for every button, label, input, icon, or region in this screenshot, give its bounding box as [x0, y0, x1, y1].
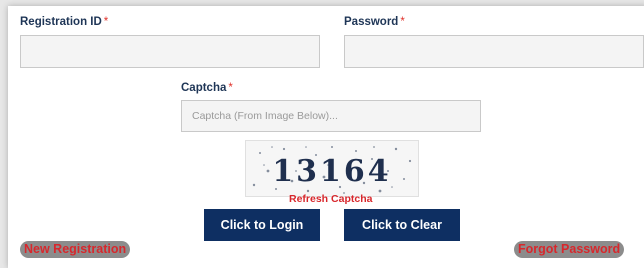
- captcha-image: 13164: [245, 140, 419, 197]
- registration-id-label-text: Registration ID: [20, 16, 102, 28]
- registration-id-input[interactable]: [20, 35, 320, 68]
- registration-id-label: Registration ID *: [20, 16, 108, 28]
- password-label: Password *: [344, 16, 405, 28]
- captcha-label: Captcha *: [181, 82, 233, 94]
- forgot-password-link[interactable]: Forgot Password: [514, 241, 625, 258]
- login-button[interactable]: Click to Login: [204, 209, 320, 241]
- password-label-text: Password: [344, 16, 399, 28]
- password-input[interactable]: [344, 35, 644, 68]
- refresh-captcha-link[interactable]: Refresh Captcha: [289, 193, 372, 205]
- required-asterisk: *: [228, 82, 233, 94]
- required-asterisk: *: [103, 16, 109, 28]
- new-registration-link[interactable]: New Registration: [20, 241, 131, 258]
- clear-button[interactable]: Click to Clear: [344, 209, 460, 241]
- captcha-text: 13164: [272, 154, 391, 189]
- captcha-noise-graphic: 13164: [252, 146, 412, 194]
- captcha-label-text: Captcha: [181, 82, 227, 94]
- required-asterisk: *: [400, 16, 405, 28]
- captcha-input[interactable]: [181, 100, 481, 132]
